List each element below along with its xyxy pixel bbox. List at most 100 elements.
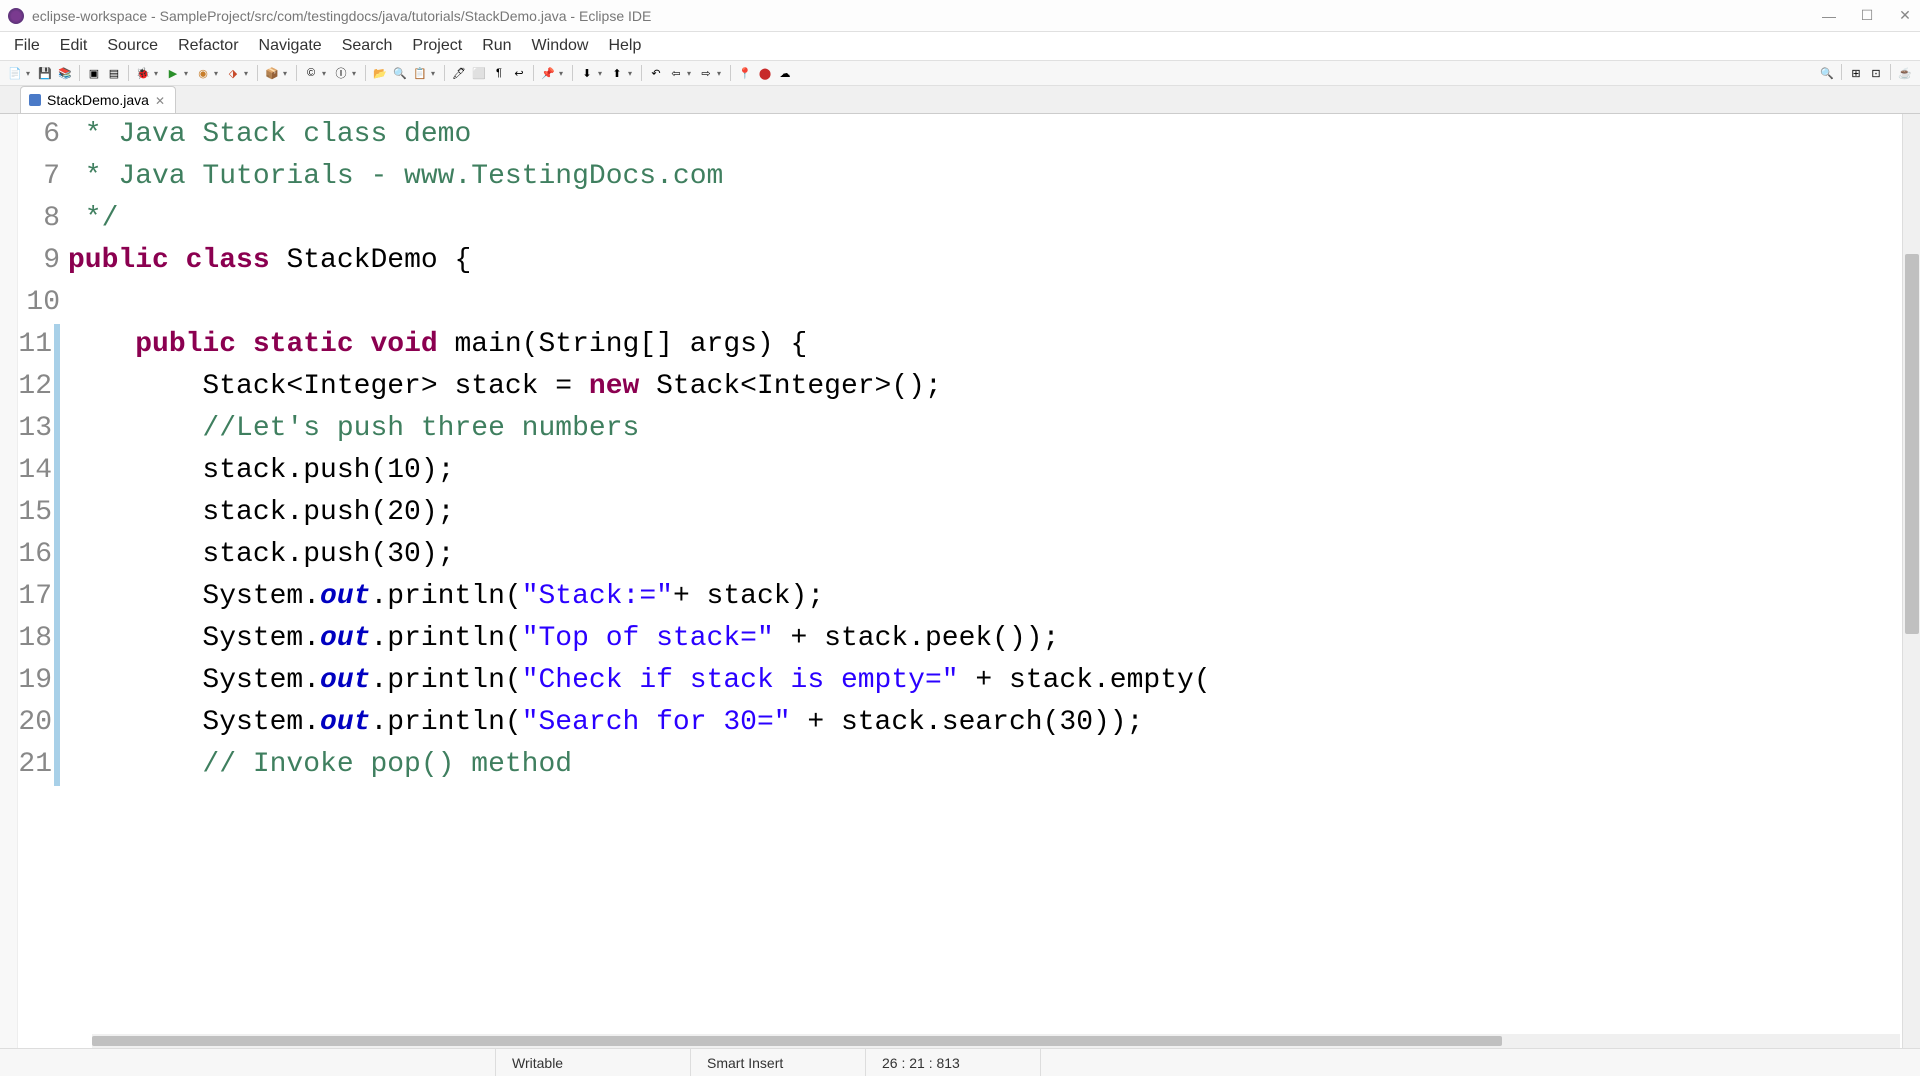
run-icon[interactable]: ▶ — [164, 64, 182, 82]
coverage-icon[interactable]: ◉ — [194, 64, 212, 82]
menu-navigate[interactable]: Navigate — [249, 33, 332, 59]
code-line[interactable]: stack.push(30); — [68, 534, 1902, 576]
new-class-icon[interactable]: © — [302, 64, 320, 82]
menu-run[interactable]: Run — [472, 33, 521, 59]
new-dropdown[interactable]: ▾ — [26, 69, 34, 78]
open-type-icon[interactable]: 📂 — [371, 64, 389, 82]
horizontal-scrollbar[interactable] — [92, 1034, 1900, 1048]
status-insert-mode[interactable]: Smart Insert — [690, 1049, 865, 1076]
toggle-block-icon[interactable]: ⬜ — [470, 64, 488, 82]
code-line[interactable]: // Invoke pop() method — [68, 744, 1902, 786]
class-dropdown[interactable]: ▾ — [322, 69, 330, 78]
menu-file[interactable]: File — [4, 33, 50, 59]
line-number: 16 — [18, 534, 60, 576]
toggle-mark-icon[interactable]: 🖊 — [450, 64, 468, 82]
code-editor[interactable]: 6789101112131415161718192021 * Java Stac… — [18, 114, 1902, 1048]
coverage-dropdown[interactable]: ▾ — [214, 69, 222, 78]
show-whitespace-icon[interactable]: ¶ — [490, 64, 508, 82]
task-icon[interactable]: 📋 — [411, 64, 429, 82]
line-number: 12 — [18, 366, 60, 408]
menu-window[interactable]: Window — [522, 33, 599, 59]
code-line[interactable]: System.out.println("Search for 30=" + st… — [68, 702, 1902, 744]
menu-refactor[interactable]: Refactor — [168, 33, 248, 59]
package-dropdown[interactable]: ▾ — [283, 69, 291, 78]
tab-stackdemo[interactable]: StackDemo.java ✕ — [20, 86, 176, 113]
new-package-icon[interactable]: 📦 — [263, 64, 281, 82]
statusbar: Writable Smart Insert 26 : 21 : 813 — [0, 1048, 1920, 1076]
new-icon[interactable]: 📄 — [6, 64, 24, 82]
menu-edit[interactable]: Edit — [50, 33, 98, 59]
save-all-icon[interactable]: 📚 — [56, 64, 74, 82]
save-icon[interactable]: 💾 — [36, 64, 54, 82]
code-line[interactable]: stack.push(10); — [68, 450, 1902, 492]
interface-dropdown[interactable]: ▾ — [352, 69, 360, 78]
back-icon[interactable]: ⇦ — [667, 64, 685, 82]
menu-project[interactable]: Project — [402, 33, 472, 59]
menubar: FileEditSourceRefactorNavigateSearchProj… — [0, 32, 1920, 60]
console-icon[interactable]: ▤ — [105, 64, 123, 82]
editor-container: 6789101112131415161718192021 * Java Stac… — [0, 114, 1920, 1048]
status-cursor-position[interactable]: 26 : 21 : 813 — [865, 1049, 1040, 1076]
code-line[interactable]: //Let's push three numbers — [68, 408, 1902, 450]
external-dropdown[interactable]: ▾ — [244, 69, 252, 78]
code-line[interactable]: * Java Tutorials - www.TestingDocs.com — [68, 156, 1902, 198]
close-button[interactable]: ✕ — [1898, 9, 1912, 23]
next-dropdown[interactable]: ▾ — [598, 69, 606, 78]
forward-dropdown[interactable]: ▾ — [717, 69, 725, 78]
left-ruler[interactable] — [0, 114, 18, 1048]
terminal-icon[interactable]: ▣ — [85, 64, 103, 82]
minimize-button[interactable]: — — [1822, 9, 1836, 23]
zoom-search-icon[interactable]: 🔍 — [1818, 64, 1836, 82]
debug-dropdown[interactable]: ▾ — [154, 69, 162, 78]
code-line[interactable]: * Java Stack class demo — [68, 114, 1902, 156]
status-writable[interactable]: Writable — [495, 1049, 690, 1076]
code-area[interactable]: * Java Stack class demo * Java Tutorials… — [68, 114, 1902, 1048]
maximize-button[interactable]: ☐ — [1860, 9, 1874, 23]
annotation-icon[interactable]: 📌 — [539, 64, 557, 82]
cloud-icon[interactable]: ☁ — [776, 64, 794, 82]
java-perspective-icon[interactable]: ☕ — [1896, 64, 1914, 82]
open-perspective-icon[interactable]: ⊡ — [1867, 64, 1885, 82]
annotation-dropdown[interactable]: ▾ — [559, 69, 567, 78]
toggle-word-wrap-icon[interactable]: ↩ — [510, 64, 528, 82]
back-dropdown[interactable]: ▾ — [687, 69, 695, 78]
vertical-scrollbar[interactable] — [1902, 114, 1920, 1048]
toolbar: 📄▾ 💾 📚 ▣ ▤ 🐞▾ ▶▾ ◉▾ ⬗▾ 📦▾ ©▾ Ⓘ▾ 📂 🔍 📋▾ 🖊… — [0, 60, 1920, 86]
last-edit-icon[interactable]: ↶ — [647, 64, 665, 82]
run-dropdown[interactable]: ▾ — [184, 69, 192, 78]
code-line[interactable]: System.out.println("Top of stack=" + sta… — [68, 618, 1902, 660]
line-number: 13 — [18, 408, 60, 450]
code-line[interactable]: */ — [68, 198, 1902, 240]
next-icon[interactable]: ⬇ — [578, 64, 596, 82]
code-line[interactable]: stack.push(20); — [68, 492, 1902, 534]
menu-search[interactable]: Search — [332, 33, 403, 59]
code-line[interactable]: System.out.println("Check if stack is em… — [68, 660, 1902, 702]
menu-help[interactable]: Help — [598, 33, 651, 59]
search-icon[interactable]: 🔍 — [391, 64, 409, 82]
prev-dropdown[interactable]: ▾ — [628, 69, 636, 78]
line-number: 20 — [18, 702, 60, 744]
line-number: 7 — [18, 156, 60, 198]
forward-icon[interactable]: ⇨ — [697, 64, 715, 82]
stop-icon[interactable]: ⬤ — [756, 64, 774, 82]
prev-icon[interactable]: ⬆ — [608, 64, 626, 82]
java-file-icon — [29, 94, 41, 106]
horizontal-scroll-thumb[interactable] — [92, 1036, 1502, 1046]
line-numbers: 6789101112131415161718192021 — [18, 114, 68, 1048]
code-line[interactable]: public static void main(String[] args) { — [68, 324, 1902, 366]
external-tools-icon[interactable]: ⬗ — [224, 64, 242, 82]
task-dropdown[interactable]: ▾ — [431, 69, 439, 78]
perspective-icon[interactable]: ⊞ — [1847, 64, 1865, 82]
code-line[interactable]: public class StackDemo { — [68, 240, 1902, 282]
code-line[interactable]: System.out.println("Stack:="+ stack); — [68, 576, 1902, 618]
debug-icon[interactable]: 🐞 — [134, 64, 152, 82]
close-tab-icon[interactable]: ✕ — [155, 94, 167, 106]
new-interface-icon[interactable]: Ⓘ — [332, 64, 350, 82]
code-line[interactable] — [68, 282, 1902, 324]
status-empty — [0, 1049, 495, 1076]
vertical-scroll-thumb[interactable] — [1905, 254, 1919, 634]
pin-icon[interactable]: 📍 — [736, 64, 754, 82]
menu-source[interactable]: Source — [97, 33, 168, 59]
line-number: 19 — [18, 660, 60, 702]
code-line[interactable]: Stack<Integer> stack = new Stack<Integer… — [68, 366, 1902, 408]
